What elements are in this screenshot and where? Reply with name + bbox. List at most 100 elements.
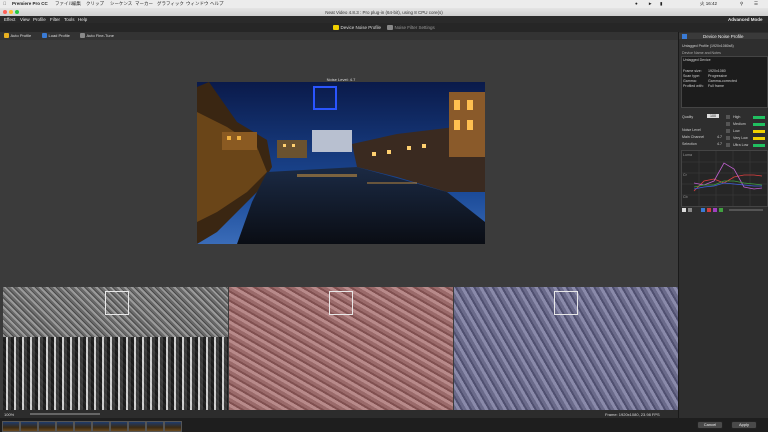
- auto-profile-button[interactable]: Auto Profile: [4, 33, 31, 39]
- menu-profile[interactable]: Profile: [33, 17, 46, 22]
- app-menu-bar: Effect View Profile Filter Tools Help Ad…: [0, 16, 768, 23]
- detail-label: Gamma:: [683, 79, 697, 83]
- mac-menu-item[interactable]: マーカー: [135, 1, 153, 7]
- graph-label-luma: Luma: [683, 153, 692, 157]
- menu-tools[interactable]: Tools: [64, 17, 75, 22]
- volume-icon[interactable]: ►: [648, 1, 652, 6]
- menu-filter[interactable]: Filter: [50, 17, 60, 22]
- selection-value: 4.7: [717, 142, 722, 146]
- luminance-selection-box: [105, 291, 129, 315]
- freq-checkbox[interactable]: [726, 143, 730, 147]
- panel-title: Device Noise Profile: [703, 33, 744, 39]
- mac-menu-item[interactable]: 編集: [72, 1, 81, 7]
- quality-value[interactable]: 100: [707, 114, 719, 118]
- freq-swatch: [753, 137, 765, 140]
- cb-selection-box: [554, 291, 578, 315]
- timeline-slider[interactable]: [30, 413, 100, 415]
- window-title-bar: Neat Video 4.8.3 : Pro plug-in (64-bit),…: [0, 8, 768, 16]
- main-channel-value: 4.7: [717, 135, 722, 139]
- cancel-button[interactable]: Cancel: [697, 421, 723, 429]
- device-section-label: Device Name and Notes: [682, 51, 721, 55]
- menu-list-icon[interactable]: ☰: [754, 1, 758, 7]
- profile-toolbar: Auto Profile Load Profile Auto Fine-Tune: [0, 32, 678, 40]
- zoom-level[interactable]: 100%: [4, 412, 14, 417]
- detail-value: Gamma-corrected: [708, 79, 737, 83]
- channel-toggle[interactable]: [688, 208, 692, 212]
- graph-label-cr: Cr: [683, 173, 687, 177]
- channel-toggle[interactable]: [719, 208, 723, 212]
- detail-value: Full frame: [708, 84, 724, 88]
- profile-name[interactable]: Untagged Profile (1920x1080x8): [682, 44, 734, 48]
- window-title: Neat Video 4.8.3 : Pro plug-in (64-bit),…: [325, 9, 443, 15]
- wifi-icon[interactable]: ●: [635, 1, 638, 6]
- apple-icon[interactable]: : [3, 1, 6, 6]
- channel-y-toggle[interactable]: [682, 208, 686, 212]
- auto-fine-tune-button[interactable]: Auto Fine-Tune: [80, 33, 114, 39]
- detail-label: Scan type:: [683, 74, 700, 78]
- mac-menu-item[interactable]: ファイル: [55, 1, 73, 7]
- graph-scale-slider[interactable]: [729, 209, 763, 211]
- mac-menu-item[interactable]: ウィンドウ: [186, 1, 209, 7]
- noise-level-label: Noise Level: [682, 128, 701, 132]
- channel-toggle[interactable]: [713, 208, 717, 212]
- freq-label-low: Low: [733, 129, 740, 133]
- mac-app-name[interactable]: Premiere Pro CC: [12, 1, 48, 6]
- fine-tune-icon: [80, 33, 85, 39]
- button-label: Auto Fine-Tune: [86, 33, 114, 38]
- filmstrip-thumb[interactable]: [146, 421, 164, 432]
- channel-toggle[interactable]: [701, 208, 705, 212]
- menubar-clock[interactable]: 火 16:42: [700, 1, 717, 7]
- filmstrip-thumb[interactable]: [164, 421, 182, 432]
- mac-menu-item[interactable]: クリップ: [86, 1, 104, 7]
- filmstrip-thumb[interactable]: [38, 421, 56, 432]
- mac-menu-item[interactable]: グラフィック: [157, 1, 184, 7]
- menu-view[interactable]: View: [20, 17, 30, 22]
- apply-button[interactable]: Apply: [731, 421, 757, 429]
- filmstrip-thumb[interactable]: [128, 421, 146, 432]
- spotlight-icon[interactable]: ⚲: [740, 1, 743, 7]
- button-label: Auto Profile: [10, 33, 32, 38]
- channel-toggle[interactable]: [707, 208, 711, 212]
- freq-swatch: [753, 116, 765, 119]
- button-label: Load Profile: [48, 33, 70, 38]
- tab-label: Noise Filter Settings: [394, 24, 435, 30]
- tab-device-noise-profile[interactable]: Device Noise Profile: [333, 25, 381, 30]
- freq-checkbox[interactable]: [726, 115, 730, 119]
- freq-checkbox[interactable]: [726, 122, 730, 126]
- freq-label-very-low: Very Low: [733, 136, 748, 140]
- tab-noise-filter-settings[interactable]: Noise Filter Settings: [387, 25, 435, 30]
- mode-label[interactable]: Advanced Mode: [728, 17, 763, 22]
- freq-checkbox[interactable]: [726, 129, 730, 133]
- main-channel-label: Main Channel: [682, 135, 705, 139]
- noise-panel-cb[interactable]: [454, 287, 678, 410]
- night-canal-photo: [197, 82, 485, 244]
- detail-label: Frame size:: [683, 69, 702, 73]
- noise-graph[interactable]: Luma Cr Cb: [681, 150, 768, 207]
- detail-value: Progressive: [708, 74, 727, 78]
- panel-header: Device Noise Profile: [679, 33, 768, 39]
- menu-help[interactable]: Help: [78, 17, 87, 22]
- filmstrip-thumb[interactable]: [20, 421, 38, 432]
- filmstrip-thumb[interactable]: [92, 421, 110, 432]
- freq-label-ultra-low: Ultra Low: [733, 143, 749, 147]
- filmstrip-thumb[interactable]: [56, 421, 74, 432]
- load-profile-button[interactable]: Load Profile: [42, 33, 70, 39]
- filmstrip-thumb[interactable]: [2, 421, 20, 432]
- device-notes-box[interactable]: Untagged Device Frame size: 1920x1080 Sc…: [681, 56, 768, 108]
- mac-menu-item[interactable]: ヘルプ: [210, 1, 224, 7]
- filmstrip-thumb[interactable]: [74, 421, 92, 432]
- freq-swatch: [753, 130, 765, 133]
- menu-effect[interactable]: Effect: [4, 17, 15, 22]
- freq-checkbox[interactable]: [726, 136, 730, 140]
- filmstrip-thumb[interactable]: [110, 421, 128, 432]
- panel-back-icon[interactable]: [682, 33, 687, 39]
- mac-menu-item[interactable]: シーケンス: [110, 1, 132, 7]
- detail-value: 1920x1080: [708, 69, 726, 73]
- preview-image[interactable]: [197, 82, 485, 244]
- battery-icon[interactable]: ▮: [660, 1, 662, 7]
- noise-graph-plot: [682, 151, 767, 206]
- noise-panel-luminance[interactable]: [3, 287, 228, 410]
- noise-panel-cr[interactable]: [229, 287, 453, 410]
- auto-profile-icon: [4, 33, 9, 39]
- preview-status-bar: 100% Frame: 1920x1080, 23.98 FPS: [0, 410, 678, 418]
